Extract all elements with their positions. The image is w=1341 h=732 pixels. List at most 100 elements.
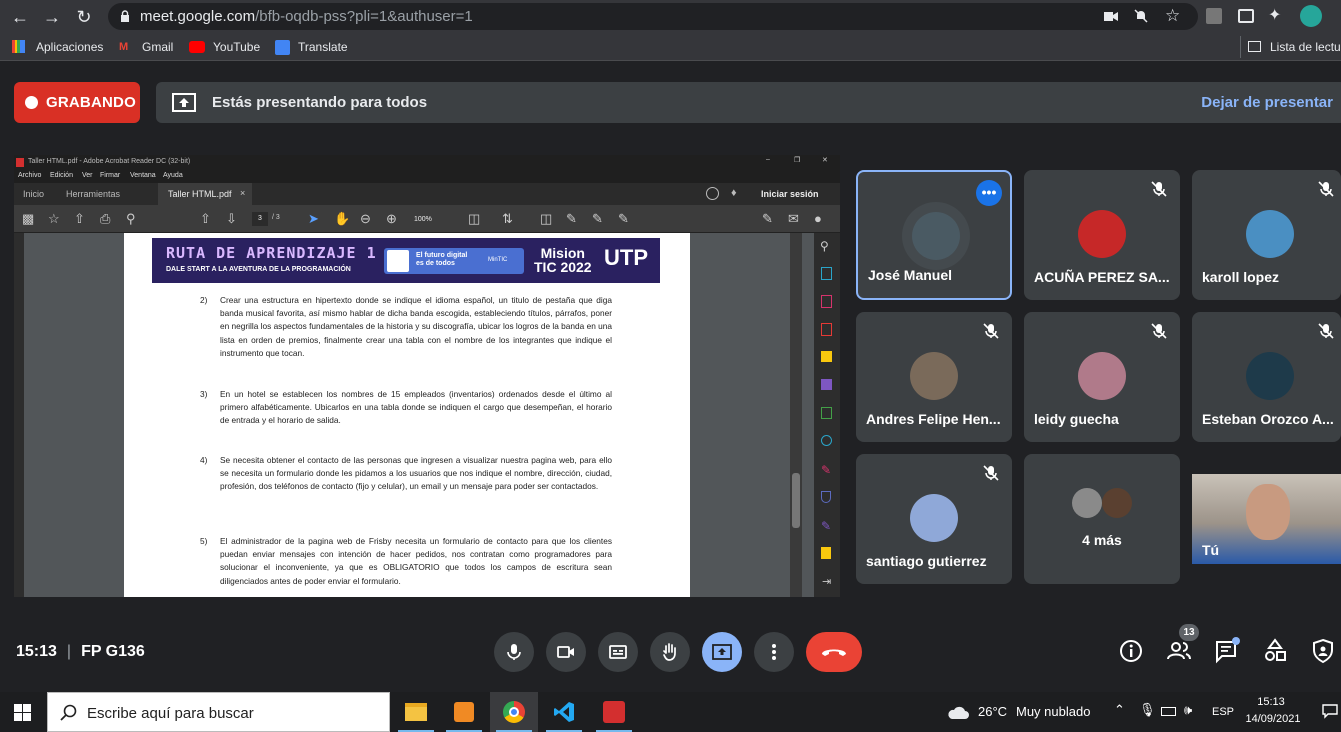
account-icon[interactable]: ● (814, 211, 822, 226)
help-icon[interactable] (706, 187, 719, 200)
extension-icon[interactable] (1238, 9, 1254, 23)
acrobat-app[interactable] (590, 692, 638, 732)
language-indicator[interactable]: ESP (1212, 706, 1234, 718)
vscode-app[interactable] (540, 692, 588, 732)
bookmark-apps[interactable]: Aplicaciones (36, 40, 103, 54)
participant-tile[interactable]: karoll lopez (1192, 170, 1341, 300)
bookmark-youtube[interactable]: YouTube (213, 40, 260, 54)
microphone-tray-icon[interactable]: 🎙 (1139, 702, 1156, 718)
zoom-in-icon[interactable]: ⊕ (386, 211, 397, 227)
more-options-button[interactable] (754, 632, 794, 672)
windows-start-icon[interactable] (14, 704, 31, 721)
puzzle-icon[interactable]: ✦ (1268, 5, 1281, 25)
sign-tool-icon[interactable]: ✎ (821, 519, 831, 533)
activities-icon[interactable] (1262, 638, 1288, 664)
sign-pen-icon[interactable]: ✎ (762, 211, 773, 227)
participant-tile[interactable]: ACUÑA PEREZ SA... (1024, 170, 1180, 300)
edit-pdf-icon[interactable] (821, 407, 832, 419)
stop-presenting-button[interactable]: Dejar de presentar (1201, 94, 1333, 111)
create-pdf-icon[interactable] (821, 323, 832, 336)
weather-temp[interactable]: 26°C (978, 704, 1007, 719)
sign-in-button[interactable]: Iniciar sesión (761, 189, 819, 199)
more-options-icon[interactable]: ••• (976, 180, 1002, 206)
more-participants-tile[interactable]: 4 más (1024, 454, 1180, 584)
bell-icon[interactable]: ♦ (731, 187, 737, 199)
address-bar[interactable]: meet.google.com/bfb-oqdb-pss?pli=1&authu… (108, 3, 1198, 30)
star-icon[interactable]: ☆ (48, 211, 60, 227)
reading-list[interactable]: Lista de lectu (1270, 40, 1341, 54)
participant-tile[interactable]: ••• José Manuel (856, 170, 1012, 300)
participant-tile[interactable]: Andres Felipe Hen... (856, 312, 1012, 442)
fit-page-icon[interactable]: ◫ (468, 211, 480, 227)
scroll-mode-icon[interactable]: ⇅ (502, 211, 513, 227)
taskbar-time[interactable]: 15:13 (1248, 696, 1294, 708)
comment-icon[interactable]: ◫ (540, 211, 552, 227)
print-icon[interactable]: ⎙ (100, 211, 110, 227)
participant-tile[interactable]: Esteban Orozco A... (1192, 312, 1341, 442)
protect-icon[interactable] (821, 491, 831, 503)
taskbar-date[interactable]: 14/09/2021 (1245, 713, 1301, 725)
weather-text[interactable]: Muy nublado (1016, 704, 1090, 719)
raise-hand-button[interactable] (650, 632, 690, 672)
select-cursor-icon[interactable]: ➤ (308, 211, 319, 227)
mail-icon[interactable]: ✉ (788, 211, 799, 227)
zoom-select[interactable]: 100% (414, 213, 456, 227)
battery-icon[interactable] (1161, 707, 1176, 716)
page-up-icon[interactable]: ⇧ (200, 211, 211, 227)
media-app[interactable] (440, 692, 488, 732)
minimize-icon[interactable]: – (766, 156, 770, 163)
zoom-search-icon[interactable]: ⚲ (126, 211, 136, 227)
menu-ver[interactable]: Ver (82, 172, 93, 179)
back-icon[interactable]: ← (8, 5, 32, 29)
profile-avatar[interactable] (1300, 5, 1322, 27)
forward-icon[interactable]: → (40, 5, 64, 29)
hand-tool-icon[interactable]: ✋ (334, 211, 350, 227)
zoom-out-icon[interactable]: ⊖ (360, 211, 371, 227)
leave-call-button[interactable] (806, 632, 862, 672)
left-panel-collapsed[interactable] (14, 233, 24, 597)
notification-center-icon[interactable] (1322, 703, 1338, 719)
menu-archivo[interactable]: Archivo (18, 172, 41, 179)
page-down-icon[interactable]: ⇩ (226, 211, 237, 227)
fill-sign-icon[interactable]: ✎ (618, 211, 629, 227)
scroll-thumb[interactable] (792, 473, 800, 528)
close-icon[interactable]: ✕ (822, 156, 828, 164)
present-now-button[interactable] (702, 632, 742, 672)
tab-herramientas[interactable]: Herramientas (66, 189, 120, 199)
expand-panel-icon[interactable]: ⇥ (822, 575, 831, 588)
reload-icon[interactable]: ↻ (72, 5, 96, 29)
chrome-app[interactable] (490, 692, 538, 732)
tab-document[interactable]: Taller HTML.pdf × (158, 183, 252, 205)
camera-button[interactable] (546, 632, 586, 672)
people-icon[interactable] (1166, 638, 1192, 664)
more-tools-icon[interactable] (821, 547, 831, 559)
participant-tile[interactable]: leidy guecha (1024, 312, 1180, 442)
organize-pages-icon[interactable] (821, 295, 832, 308)
meeting-details-icon[interactable] (1118, 638, 1144, 664)
microphone-button[interactable] (494, 632, 534, 672)
bookmark-gmail[interactable]: Gmail (142, 40, 173, 54)
taskbar-search[interactable]: Escribe aquí para buscar (47, 692, 390, 732)
save-icon[interactable]: ▩ (22, 211, 34, 227)
combine-icon[interactable] (821, 379, 832, 390)
draw-icon[interactable]: ✎ (592, 211, 603, 227)
menu-firmar[interactable]: Firmar (100, 172, 120, 179)
menu-ayuda[interactable]: Ayuda (163, 172, 183, 179)
recording-indicator[interactable]: GRABANDO (14, 82, 140, 123)
comment-tool-icon[interactable] (821, 351, 832, 362)
host-controls-icon[interactable] (1310, 638, 1336, 664)
participant-tile[interactable]: santiago gutierrez (856, 454, 1012, 584)
notifications-off-icon[interactable] (1134, 9, 1148, 23)
menu-edicion[interactable]: Edición (50, 172, 73, 179)
maximize-icon[interactable]: ❐ (794, 156, 800, 164)
show-hidden-icons[interactable]: ⌃ (1114, 702, 1125, 718)
compress-icon[interactable] (821, 435, 832, 446)
self-video-tile[interactable]: Tú (1192, 474, 1341, 564)
export-pdf-icon[interactable] (821, 267, 832, 280)
captions-button[interactable] (598, 632, 638, 672)
bookmark-translate[interactable]: Translate (298, 40, 348, 54)
upload-icon[interactable]: ⇧ (74, 211, 85, 227)
fill-sign-tool-icon[interactable]: ✎ (821, 463, 831, 477)
volume-icon[interactable]: 🕪 (1184, 702, 1192, 718)
zoom-tool-icon[interactable]: ⚲ (820, 239, 829, 253)
